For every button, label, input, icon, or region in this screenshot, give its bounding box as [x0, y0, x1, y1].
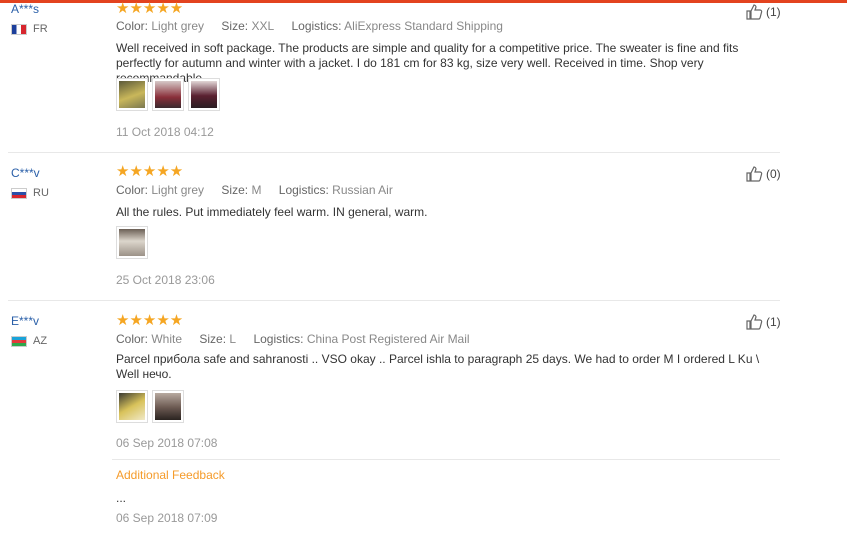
star-rating: ★★★★★ — [116, 0, 184, 17]
reviewer-country: RU — [11, 187, 49, 199]
reviewer-name[interactable]: E***v — [11, 314, 39, 328]
flag-az-icon — [11, 335, 27, 347]
helpful-count: (1) — [766, 5, 781, 19]
review-photo[interactable] — [116, 78, 148, 111]
review-date: 06 Sep 2018 07:08 — [116, 436, 218, 450]
review-photo[interactable] — [116, 226, 148, 259]
review-date: 11 Oct 2018 04:12 — [116, 125, 214, 139]
review-photo[interactable] — [152, 78, 184, 111]
reviewer-name[interactable]: A***s — [11, 2, 39, 16]
review-attributes: Color: Light grey Size: M Logistics: Rus… — [116, 183, 393, 197]
helpful-count: (1) — [766, 315, 781, 329]
review-photo[interactable] — [188, 78, 220, 111]
divider — [8, 300, 780, 301]
review-text: Parcel прибола safe and sahranosti .. VS… — [116, 352, 760, 381]
review-photos — [116, 390, 184, 423]
review-photos — [116, 226, 148, 259]
helpful-button[interactable]: (1) — [745, 313, 781, 331]
thumbs-up-icon — [746, 166, 763, 182]
star-rating: ★★★★★ — [116, 312, 184, 329]
helpful-count: (0) — [766, 167, 781, 181]
star-rating: ★★★★★ — [116, 163, 184, 180]
additional-feedback-title: Additional Feedback — [116, 468, 225, 482]
review-photos — [116, 78, 220, 111]
review-text: All the rules. Put immediately feel warm… — [116, 205, 428, 219]
reviewer-name[interactable]: C***v — [11, 166, 40, 180]
additional-feedback-text: ... — [116, 491, 127, 505]
helpful-button[interactable]: (1) — [745, 3, 781, 21]
review-date: 25 Oct 2018 23:06 — [116, 273, 215, 287]
reviewer-country: AZ — [11, 335, 47, 347]
divider-additional — [112, 459, 780, 460]
additional-feedback-date: 06 Sep 2018 07:09 — [116, 511, 218, 525]
flag-fr-icon — [11, 23, 27, 35]
review-attributes: Color: White Size: L Logistics: China Po… — [116, 332, 470, 346]
flag-ru-icon — [11, 187, 27, 199]
thumbs-up-icon — [746, 4, 763, 20]
review-photo[interactable] — [116, 390, 148, 423]
review-photo[interactable] — [152, 390, 184, 423]
thumbs-up-icon — [746, 314, 763, 330]
reviewer-country: FR — [11, 23, 48, 35]
review-attributes: Color: Light grey Size: XXL Logistics: A… — [116, 19, 503, 33]
divider — [8, 152, 780, 153]
helpful-button[interactable]: (0) — [745, 165, 781, 183]
